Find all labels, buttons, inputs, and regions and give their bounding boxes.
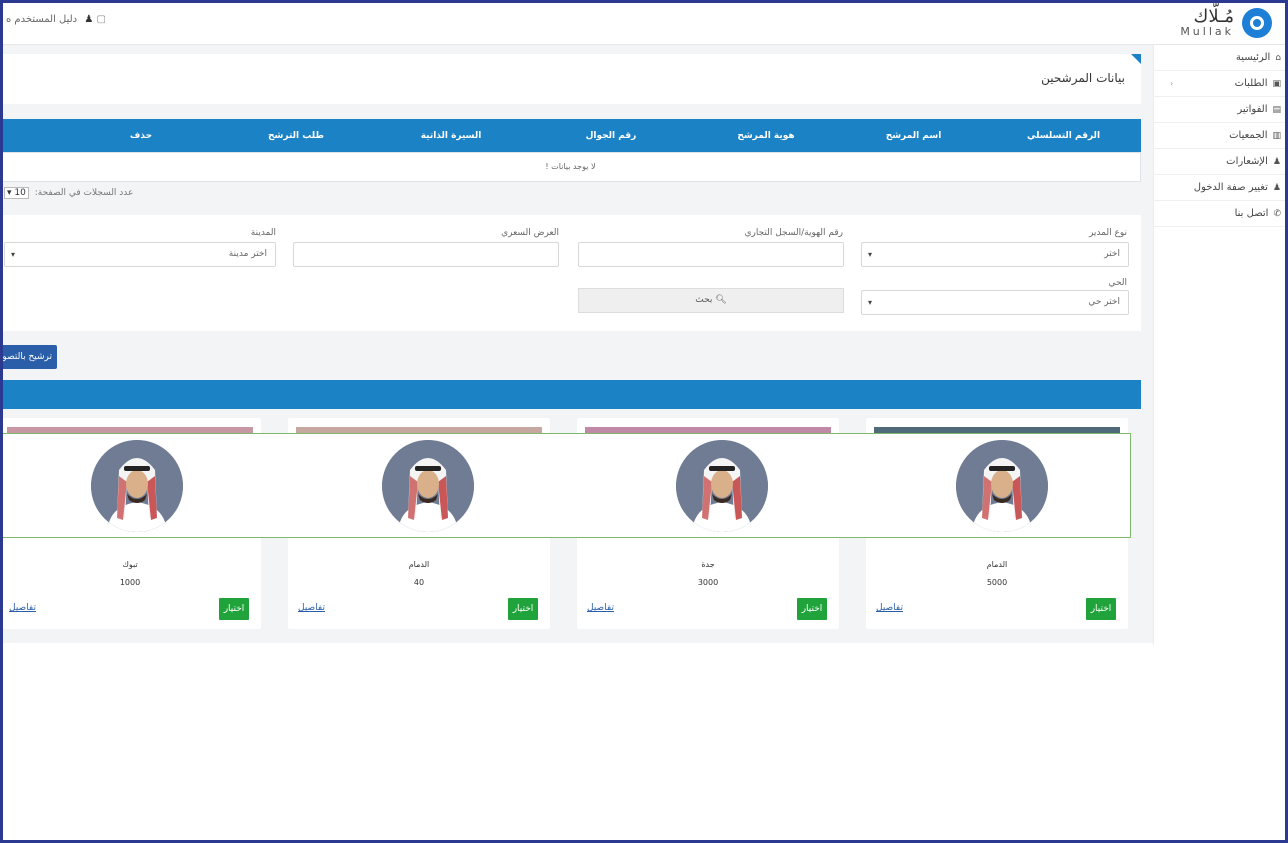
sidebar-item-label: الفواتير (1237, 104, 1268, 115)
requests-icon: ▣ (1272, 79, 1281, 89)
manager-type-select[interactable]: اختر ▾ (861, 242, 1129, 267)
invoice-icon: ▤ (1272, 105, 1281, 115)
results-header-bar (0, 380, 1141, 409)
vote-nominate-button[interactable]: ترشيح بالتصويت (0, 345, 57, 369)
sidebar-item-contact[interactable]: ✆ اتصل بنا (1154, 201, 1285, 227)
card-value: 5000 (986, 578, 1008, 587)
person-ghutra-icon (676, 440, 768, 532)
home-icon: ⌂ (1275, 53, 1281, 63)
filter-panel: نوع المدير اختر ▾ رقم الهوية/السجل التجا… (0, 215, 1141, 331)
col-serial[interactable]: الرقم التسلسلي (986, 131, 1141, 141)
user-switch-icon: ♟ (1272, 183, 1281, 193)
person-ghutra-icon (956, 440, 1048, 532)
sidebar-item-label: الرئيسية (1235, 52, 1271, 63)
sidebar-item-notifications[interactable]: ♟ الإشعارات (1154, 149, 1285, 175)
card-value: 40 (413, 578, 425, 587)
avatar[interactable] (382, 440, 474, 532)
user-guide-label: دليل المستخدم ه (6, 14, 78, 25)
sidebar: ⌂ الرئيسية ▣ الطلبات ‹ ▤ الفواتير ▥ الجمعيات… (1153, 45, 1285, 645)
search-label: بحث (695, 295, 713, 305)
sidebar-item-label: اتصل بنا (1234, 208, 1269, 219)
sidebar-item-invoices[interactable]: ▤ الفواتير (1154, 97, 1285, 123)
page-size-value: 10 (14, 188, 26, 198)
person-ghutra-icon (91, 440, 183, 532)
col-request[interactable]: طلب الترشح (221, 131, 371, 141)
logo-mark-icon (1242, 8, 1272, 38)
sidebar-item-home[interactable]: ⌂ الرئيسية (1154, 45, 1285, 71)
district-select[interactable]: اختر حي ▾ (861, 290, 1129, 315)
page-title: بيانات المرشحين (1041, 71, 1125, 85)
choose-button[interactable]: اختيار (1086, 598, 1116, 620)
card-city: جدة (701, 560, 715, 569)
avatar[interactable] (676, 440, 768, 532)
card-value: 3000 (697, 578, 719, 587)
logo-arabic: مُـلّاك (1193, 6, 1235, 27)
manager-type-label: نوع المدير (1088, 228, 1127, 238)
col-mobile[interactable]: رقم الجوال (531, 131, 691, 141)
sidebar-item-label: الإشعارات (1226, 156, 1268, 167)
avatar-strip (0, 433, 1131, 538)
choose-button[interactable]: اختيار (508, 598, 538, 620)
page-title-panel: بيانات المرشحين (0, 54, 1141, 104)
logo-english: Mullak (1180, 25, 1234, 38)
col-delete[interactable]: حذف (61, 131, 221, 141)
person-ghutra-icon (382, 440, 474, 532)
city-value: اختر مدينة (228, 249, 267, 259)
choose-button[interactable]: اختيار (797, 598, 827, 620)
search-button[interactable]: 🔍︎ بحث (578, 288, 844, 313)
card-value: 1000 (119, 578, 141, 587)
main-content: بيانات المرشحين الرقم التسلسلي اسم المرش… (0, 45, 1153, 643)
sidebar-item-label: تغيير صفة الدخول (1193, 182, 1268, 193)
corner-accent (1131, 54, 1141, 64)
chevron-down-icon: ▾ (868, 250, 873, 259)
card-city: تبوك (122, 560, 138, 569)
price-label: العرض السعري (501, 228, 559, 238)
district-value: اختر حي (1088, 297, 1120, 307)
search-icon: 🔍︎ (715, 295, 727, 305)
district-label: الحي (1108, 278, 1127, 288)
top-bar: مُـلّاك Mullak ▢ ♟ دليل المستخدم ه (0, 0, 1288, 45)
manager-type-value: اختر (1104, 249, 1120, 259)
details-link[interactable]: تفاصيل (9, 603, 36, 613)
logo[interactable]: مُـلّاك Mullak (1154, 6, 1272, 40)
bell-icon: ♟ (1272, 157, 1281, 167)
page-size-control: عدد السجلات في الصفحة: 10 ▾ (4, 187, 133, 199)
price-input[interactable] (293, 242, 559, 267)
page-size-select[interactable]: 10 ▾ (4, 187, 29, 199)
building-icon: ▥ (1272, 131, 1281, 141)
details-link[interactable]: تفاصيل (587, 603, 614, 613)
page-size-label: عدد السجلات في الصفحة: (34, 188, 134, 198)
city-select[interactable]: اختر مدينة ▾ (4, 242, 276, 267)
table-header: الرقم التسلسلي اسم المرشح هوية المرشح رق… (0, 119, 1141, 152)
avatar[interactable] (91, 440, 183, 532)
sidebar-item-label: الجمعيات (1229, 130, 1268, 141)
avatar[interactable] (956, 440, 1048, 532)
sidebar-item-switch-role[interactable]: ♟ تغيير صفة الدخول (1154, 175, 1285, 201)
id-input[interactable] (578, 242, 844, 267)
details-link[interactable]: تفاصيل (298, 603, 325, 613)
id-label: رقم الهوية/السجل التجاري (744, 228, 843, 238)
chevron-down-icon: ▾ (11, 250, 16, 259)
table-empty-row: لا يوجد بيانات ! (0, 152, 1141, 182)
phone-icon: ✆ (1273, 209, 1281, 219)
card-city: الدمام (408, 560, 430, 569)
sidebar-item-associations[interactable]: ▥ الجمعيات (1154, 123, 1285, 149)
user-icon: ♟ (84, 14, 94, 25)
user-guide-link[interactable]: ▢ ♟ دليل المستخدم ه (6, 14, 120, 25)
details-link[interactable]: تفاصيل (876, 603, 903, 613)
sidebar-item-requests[interactable]: ▣ الطلبات ‹ (1154, 71, 1285, 97)
city-label: المدينة (250, 228, 276, 238)
chevron-left-icon: ‹ (1170, 79, 1174, 88)
card-city: الدمام (986, 560, 1008, 569)
chevron-down-icon: ▾ (868, 298, 873, 307)
col-id[interactable]: هوية المرشح (691, 131, 841, 141)
col-cv[interactable]: السيرة الذاتية (371, 131, 531, 141)
col-name[interactable]: اسم المرشح (841, 131, 986, 141)
choose-button[interactable]: اختيار (219, 598, 249, 620)
candidates-table: الرقم التسلسلي اسم المرشح هوية المرشح رق… (0, 119, 1141, 182)
sidebar-item-label: الطلبات (1234, 78, 1268, 89)
notification-icon[interactable]: ▢ (96, 14, 105, 25)
